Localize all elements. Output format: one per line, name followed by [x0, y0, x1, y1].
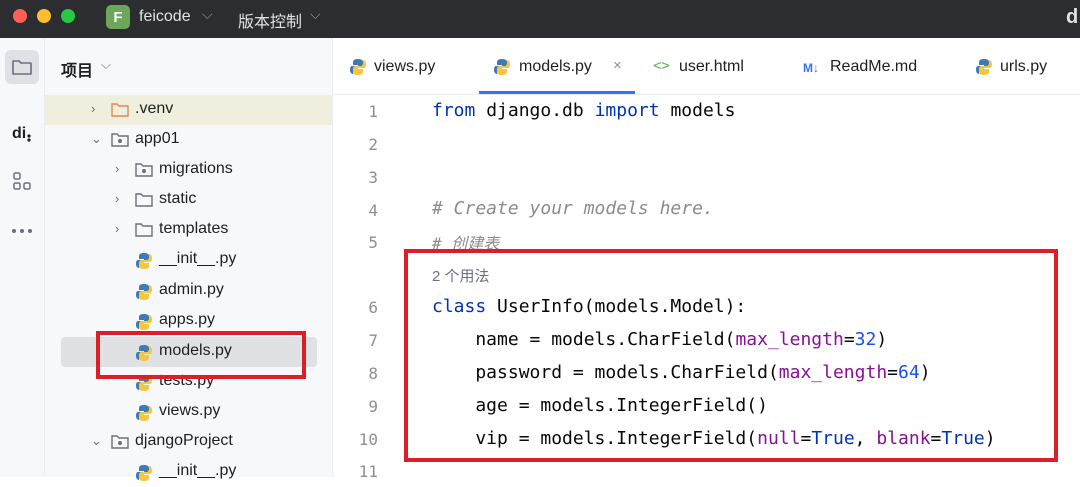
- project-name[interactable]: feicode: [139, 8, 191, 26]
- tab-models-py[interactable]: models.py ×: [479, 38, 635, 94]
- code-text: django.db: [475, 100, 595, 121]
- tab-label: user.html: [679, 58, 744, 75]
- active-tab-indicator: [479, 91, 635, 94]
- line-number-gutter: 1 2 3 4 5 6 7 8 9 10 11: [333, 95, 403, 481]
- tree-item-admin-py[interactable]: admin.py: [45, 276, 332, 306]
- folder-icon: [135, 193, 153, 207]
- line-number: 7: [368, 331, 378, 350]
- tree-item-label: __init__.py: [159, 250, 237, 267]
- keyword: from: [432, 100, 476, 121]
- project-tool-button[interactable]: [5, 50, 39, 84]
- tree-item-label: admin.py: [159, 281, 224, 298]
- close-window-button[interactable]: [13, 9, 27, 23]
- chevron-down-icon[interactable]: ⌵: [310, 6, 321, 23]
- line-number: 11: [358, 462, 378, 481]
- tab-label: views.py: [374, 58, 436, 75]
- project-panel: 项目 ⌵ › .venv ⌄ app01 › migrations › stat…: [45, 38, 333, 481]
- tab-label: ReadMe.md: [830, 58, 918, 75]
- chevron-down-icon[interactable]: ⌵: [101, 57, 111, 73]
- tab-readme-md[interactable]: M↓ ReadMe.md: [803, 38, 943, 94]
- code-line-4: # Create your models here.: [432, 198, 714, 219]
- structure-tool-button[interactable]: [5, 164, 39, 198]
- tree-item-app01[interactable]: ⌄ app01: [45, 125, 332, 155]
- python-icon: [350, 59, 366, 75]
- python-icon: [494, 59, 510, 75]
- tab-label: models.py: [519, 58, 592, 75]
- tree-item-label: djangoProject: [135, 432, 233, 449]
- chevron-right-icon[interactable]: ›: [115, 221, 119, 236]
- tree-item-label: static: [159, 190, 197, 207]
- code-text: models: [659, 100, 736, 121]
- tree-item-static[interactable]: › static: [45, 185, 332, 215]
- tree-item-label: app01: [135, 130, 180, 147]
- tree-item-label: __init__.py: [159, 462, 237, 479]
- line-number: 3: [368, 168, 378, 187]
- python-icon: [136, 465, 152, 481]
- structure-icon: [13, 172, 31, 190]
- tree-item-djangoproject[interactable]: ⌄ djangoProject: [45, 427, 332, 457]
- tree-item-venv[interactable]: › .venv: [45, 95, 332, 125]
- chevron-right-icon[interactable]: ›: [91, 101, 95, 116]
- python-icon: [136, 284, 152, 300]
- line-number: 9: [368, 397, 378, 416]
- python-icon: [136, 314, 152, 330]
- project-badge-icon[interactable]: F: [106, 5, 130, 29]
- vcs-menu[interactable]: 版本控制: [238, 8, 302, 32]
- highlight-box: [404, 249, 1058, 462]
- python-icon: [136, 405, 152, 421]
- markdown-icon: M↓: [803, 61, 819, 75]
- python-icon: [136, 253, 152, 269]
- line-number: 5: [368, 233, 378, 252]
- html-icon: <>: [653, 58, 670, 74]
- chevron-down-icon[interactable]: ⌵: [202, 6, 213, 23]
- highlight-box: [96, 331, 306, 379]
- line-number: 8: [368, 364, 378, 383]
- chevron-right-icon[interactable]: ›: [115, 191, 119, 206]
- tree-item-label: templates: [159, 220, 229, 237]
- code-line-1: from django.db import models: [432, 100, 735, 121]
- activity-bar: di: [0, 38, 45, 477]
- minimize-window-button[interactable]: [37, 9, 51, 23]
- line-number: 4: [368, 201, 378, 220]
- tree-item-migrations[interactable]: › migrations: [45, 155, 332, 185]
- tree-item-label: .venv: [135, 100, 174, 117]
- zoom-window-button[interactable]: [61, 9, 75, 23]
- line-number: 2: [368, 135, 378, 154]
- tree-item-templates[interactable]: › templates: [45, 215, 332, 245]
- folder-orange-icon: [111, 103, 129, 117]
- tree-item-init-py[interactable]: __init__.py: [45, 245, 332, 275]
- package-folder-icon: [111, 133, 129, 147]
- tree-item-label: migrations: [159, 160, 233, 177]
- tree-item-label: views.py: [159, 402, 221, 419]
- package-folder-icon: [111, 435, 129, 449]
- title-bar: F feicode ⌵ 版本控制 ⌵ d: [0, 0, 1080, 38]
- line-number: 6: [368, 298, 378, 317]
- folder-icon: [135, 223, 153, 237]
- close-icon[interactable]: ×: [613, 57, 622, 74]
- tree-item-views-py[interactable]: views.py: [45, 397, 332, 427]
- package-folder-icon: [135, 163, 153, 177]
- folder-icon: [12, 60, 32, 75]
- line-number: 10: [358, 430, 378, 449]
- di-tool-button[interactable]: di: [5, 116, 39, 150]
- chevron-right-icon[interactable]: ›: [115, 161, 119, 176]
- chevron-down-icon[interactable]: ⌄: [91, 131, 102, 147]
- tab-views-py[interactable]: views.py: [333, 38, 463, 94]
- more-tools-button[interactable]: [5, 214, 39, 248]
- more-icon: [12, 229, 32, 233]
- tab-user-html[interactable]: <> user.html: [651, 38, 781, 94]
- tab-urls-py[interactable]: urls.py: [973, 38, 1080, 94]
- di-icon: di: [12, 125, 31, 142]
- tab-label: urls.py: [1000, 58, 1048, 75]
- editor-tab-bar: views.py models.py × <> user.html M↓ Rea…: [333, 38, 1080, 95]
- tree-item-init-py[interactable]: __init__.py: [45, 457, 332, 487]
- svg-text:di: di: [12, 125, 26, 142]
- line-number: 1: [368, 102, 378, 121]
- toolbar-right-glyph[interactable]: d: [1066, 6, 1078, 29]
- chevron-down-icon[interactable]: ⌄: [91, 433, 102, 449]
- tree-item-label: apps.py: [159, 311, 216, 328]
- keyword: import: [594, 100, 660, 121]
- python-icon: [976, 59, 992, 75]
- panel-title[interactable]: 项目: [61, 57, 93, 81]
